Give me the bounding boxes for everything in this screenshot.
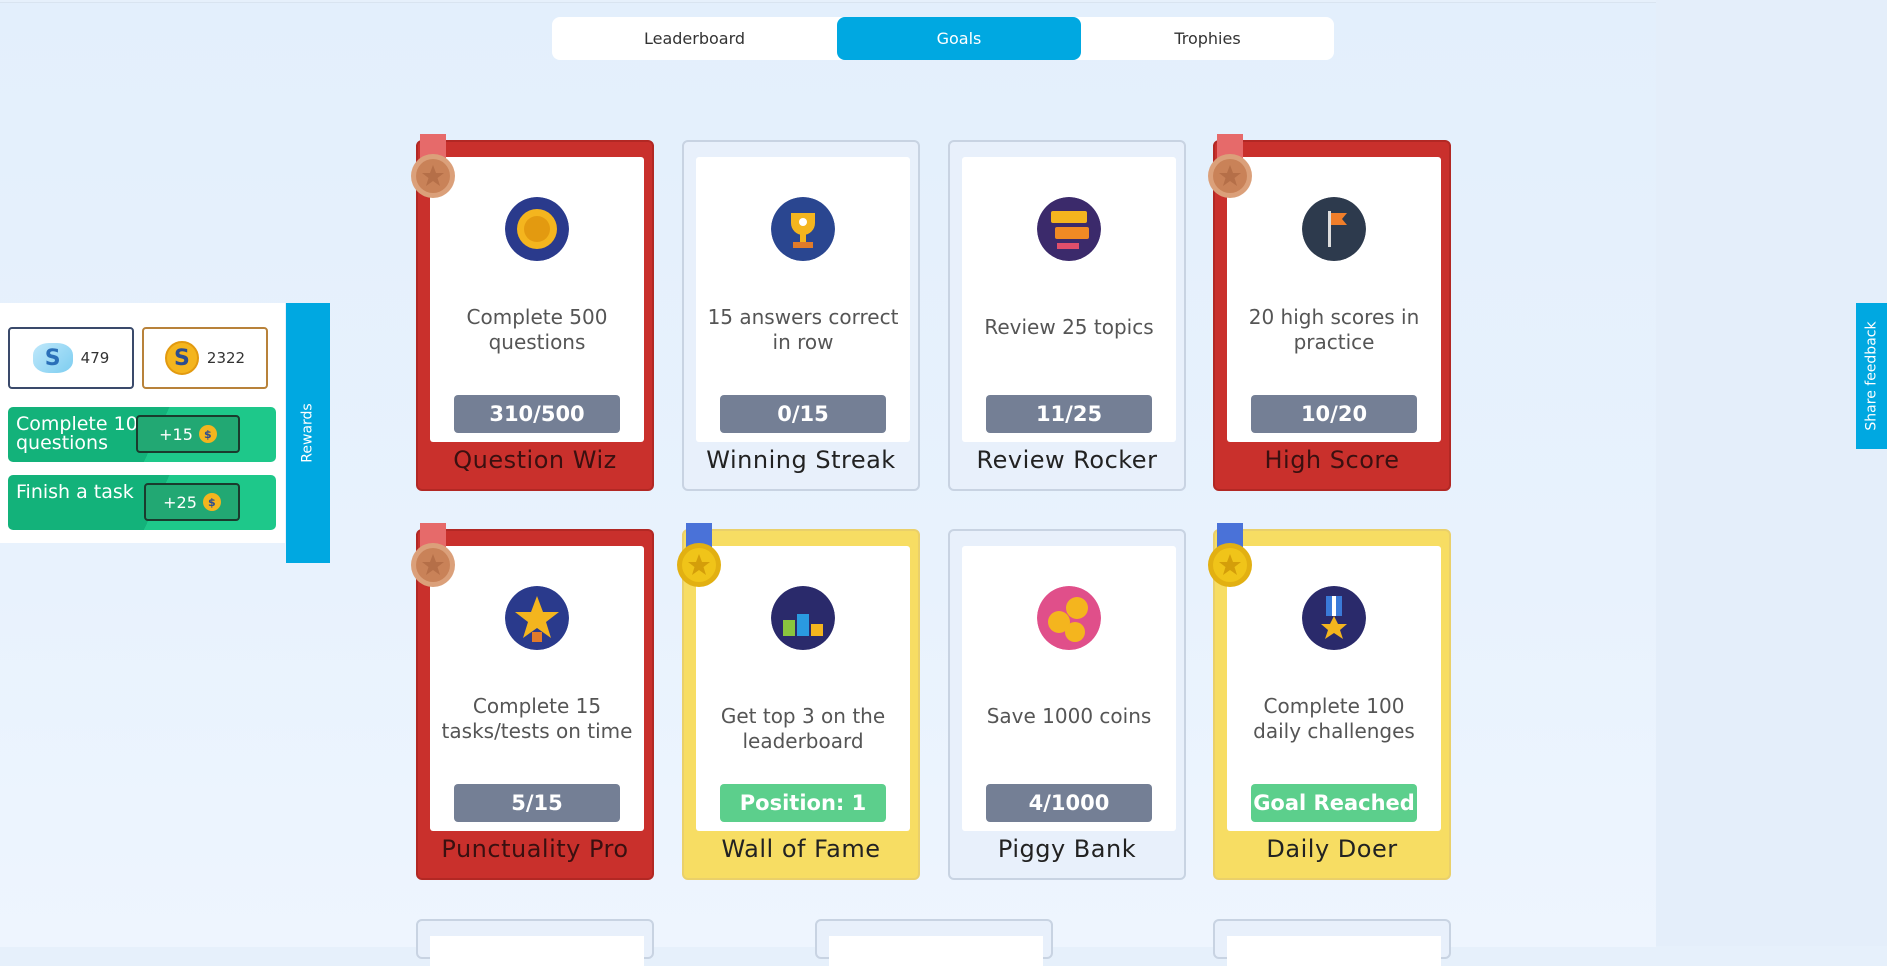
goal-description: Get top 3 on the leaderboard	[720, 704, 886, 753]
bronze-medal-icon	[1205, 132, 1255, 224]
goal-card[interactable]: 15 answers correct in row 0/15 Winning S…	[682, 140, 920, 491]
goal-title: High Score	[1264, 446, 1400, 474]
goal-description: Complete 15 tasks/tests on time	[441, 694, 633, 743]
goal-card[interactable]	[815, 919, 1053, 966]
review-stars-icon	[1037, 197, 1101, 261]
goal-description: Save 1000 coins	[986, 704, 1152, 728]
tab-trophies[interactable]: Trophies	[1081, 17, 1334, 60]
goal-title: Review Rocker	[976, 446, 1158, 474]
goal-card[interactable]	[416, 919, 654, 966]
share-feedback-label: Share feedback	[1863, 321, 1880, 431]
gold-laurel-icon	[505, 197, 569, 261]
rewards-toggle-tab[interactable]: Rewards	[286, 303, 330, 563]
goal-title: Wall of Fame	[721, 835, 881, 863]
star-trophy-icon	[505, 586, 569, 650]
goal-description: 15 answers correct in row	[707, 305, 899, 354]
bronze-medal-icon	[408, 132, 458, 224]
rewards-tab-label: Rewards	[300, 403, 316, 463]
goal-progress-badge: 0/15	[720, 395, 886, 433]
goal-card[interactable]: Save 1000 coins 4/1000 Piggy Bank	[948, 529, 1186, 880]
goal-card-body: Complete 500 questions 310/500	[430, 157, 644, 442]
gem-icon: S	[32, 343, 73, 373]
goal-card[interactable]: 20 high scores in practice 10/20 High Sc…	[1208, 134, 1451, 491]
goal-progress-badge: 310/500	[454, 395, 620, 433]
bronze-medal-icon	[408, 521, 458, 613]
rewards-panel: S 479 S 2322 Complete 10 questions +15 $…	[0, 303, 285, 543]
podium-icon	[771, 586, 835, 650]
gems-count: 479	[80, 349, 110, 367]
task-reward-badge: +15 $	[136, 415, 240, 453]
goal-description: 20 high scores in practice	[1248, 305, 1420, 354]
goal-progress-badge: 5/15	[454, 784, 620, 822]
goal-card-body: 15 answers correct in row 0/15	[696, 157, 910, 442]
goal-card[interactable]: Get top 3 on the leaderboard Position: 1…	[677, 523, 920, 880]
coins-icon	[1037, 586, 1101, 650]
goal-card[interactable]: Complete 500 questions 310/500 Question …	[411, 134, 654, 491]
gold-medal-icon	[1205, 521, 1255, 613]
task-reward-badge: +25 $	[144, 483, 240, 521]
goal-card-body: Save 1000 coins 4/1000	[962, 546, 1176, 831]
task-reward-amount: +25	[163, 492, 197, 512]
goal-title: Question Wiz	[453, 446, 617, 474]
goal-title: Daily Doer	[1266, 835, 1398, 863]
goal-description: Review 25 topics	[984, 315, 1154, 339]
medal-icon	[1302, 586, 1366, 650]
task-reward-amount: +15	[159, 424, 193, 444]
goal-progress-badge: 4/1000	[986, 784, 1152, 822]
coin-icon: $	[202, 493, 221, 511]
goal-card-body: 20 high scores in practice 10/20	[1227, 157, 1441, 442]
goal-progress-badge: Goal Reached	[1251, 784, 1417, 822]
goal-card-body: Complete 15 tasks/tests on time 5/15	[430, 546, 644, 831]
task-label: Complete 10 questions	[16, 413, 138, 454]
trophy-icon	[771, 197, 835, 261]
coins-count: 2322	[206, 349, 246, 367]
goal-progress-badge: 11/25	[986, 395, 1152, 433]
goal-card-body: Review 25 topics 11/25	[962, 157, 1176, 442]
flag-icon	[1302, 197, 1366, 261]
tab-goals[interactable]: Goals	[837, 17, 1081, 60]
coin-icon: S	[164, 341, 199, 375]
goal-title: Winning Streak	[706, 446, 896, 474]
goal-description: Complete 100 daily challenges	[1253, 694, 1415, 743]
share-feedback-button[interactable]: Share feedback	[1856, 303, 1887, 449]
goal-title: Punctuality Pro	[441, 835, 629, 863]
gold-medal-icon	[674, 521, 724, 613]
goal-card[interactable]	[1213, 919, 1451, 966]
task-item[interactable]: Complete 10 questions +15 $	[8, 407, 276, 462]
coin-icon: $	[198, 425, 217, 443]
goal-progress-badge: 10/20	[1251, 395, 1417, 433]
tab-leaderboard[interactable]: Leaderboard	[552, 17, 837, 60]
coins-balance: S 2322	[142, 327, 268, 389]
goal-card[interactable]: Complete 100 daily challenges Goal Reach…	[1208, 523, 1451, 880]
gems-balance: S 479	[8, 327, 134, 389]
task-label: Finish a task	[16, 481, 134, 503]
goal-card-body: Complete 100 daily challenges Goal Reach…	[1227, 546, 1441, 831]
goal-progress-badge: Position: 1	[720, 784, 886, 822]
tab-bar: Leaderboard Goals Trophies	[552, 17, 1334, 60]
right-gutter	[1656, 0, 1887, 946]
task-item[interactable]: Finish a task +25 $	[8, 475, 276, 530]
goal-description: Complete 500 questions	[466, 305, 608, 354]
goal-title: Piggy Bank	[997, 835, 1137, 863]
goal-card[interactable]: Review 25 topics 11/25 Review Rocker	[948, 140, 1186, 491]
goal-card[interactable]: Complete 15 tasks/tests on time 5/15 Pun…	[411, 523, 654, 880]
goal-card-body: Get top 3 on the leaderboard Position: 1	[696, 546, 910, 831]
